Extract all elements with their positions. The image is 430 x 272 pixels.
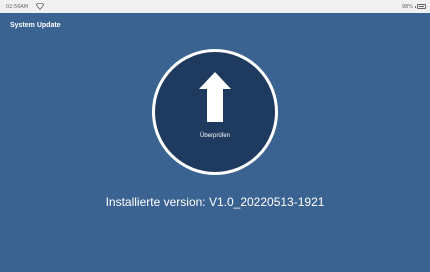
check-update-label: Überprüfen [199,133,231,139]
wifi-icon [36,3,44,10]
battery-icon [415,4,426,9]
status-time: 02:56AM [6,4,29,10]
check-update-button[interactable]: Überprüfen [152,49,278,175]
page-title: System Update [10,22,61,29]
arrow-up-icon [199,72,231,122]
installed-version-value: V1.0_20220513-1921 [208,195,325,209]
installed-version: Installierte version: V1.0_20220513-1921 [0,195,430,209]
status-bar: 02:56AM 98% [0,0,430,13]
battery-percentage: 98% [401,4,413,10]
installed-version-label: Installierte version: [105,195,206,209]
